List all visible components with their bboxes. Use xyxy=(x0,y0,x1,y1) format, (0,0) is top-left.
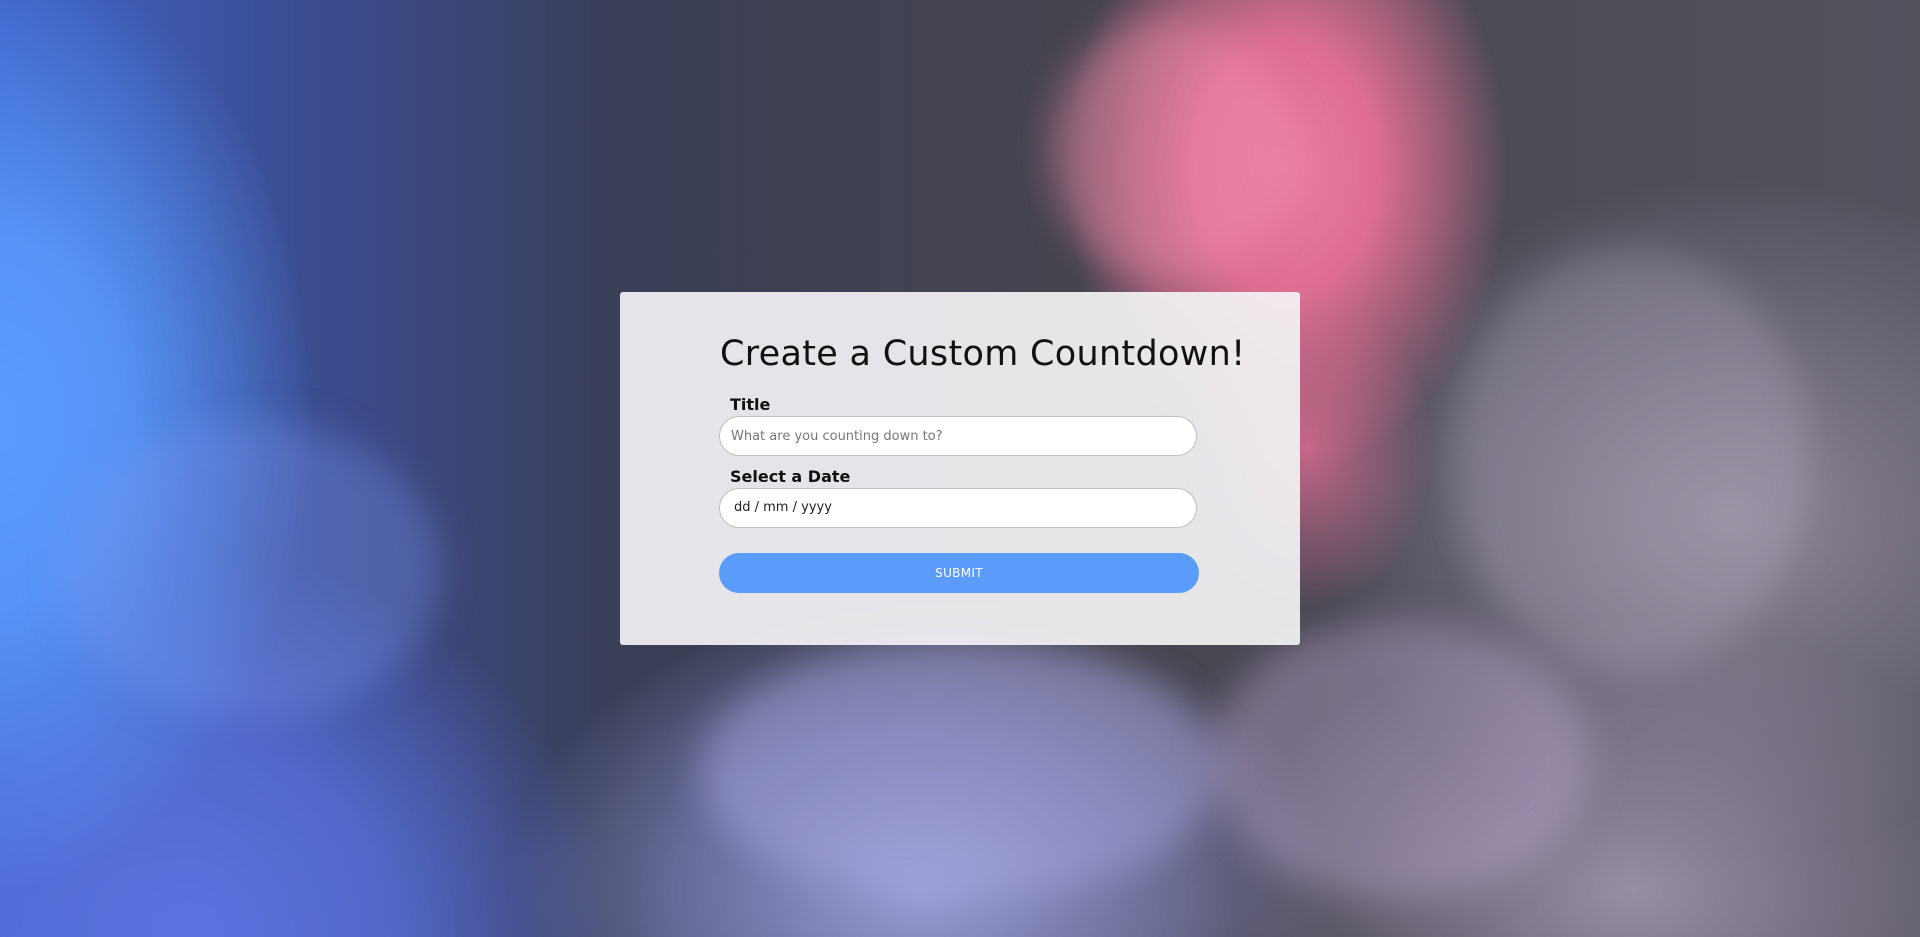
smoke-wisp xyxy=(1050,20,1290,280)
smoke-wisp xyxy=(60,420,440,720)
date-input[interactable]: dd / mm / yyyy xyxy=(719,488,1197,528)
smoke-wisp xyxy=(1210,620,1590,900)
form-heading: Create a Custom Countdown! xyxy=(720,334,1246,374)
title-label: Title xyxy=(730,395,771,414)
smoke-wisp xyxy=(700,640,1220,900)
date-label: Select a Date xyxy=(730,467,851,486)
countdown-form-card: Create a Custom Countdown! Title Select … xyxy=(620,292,1300,645)
submit-button[interactable]: SUBMIT xyxy=(719,553,1199,593)
title-input[interactable] xyxy=(719,416,1197,456)
smoke-wisp xyxy=(1450,250,1810,670)
